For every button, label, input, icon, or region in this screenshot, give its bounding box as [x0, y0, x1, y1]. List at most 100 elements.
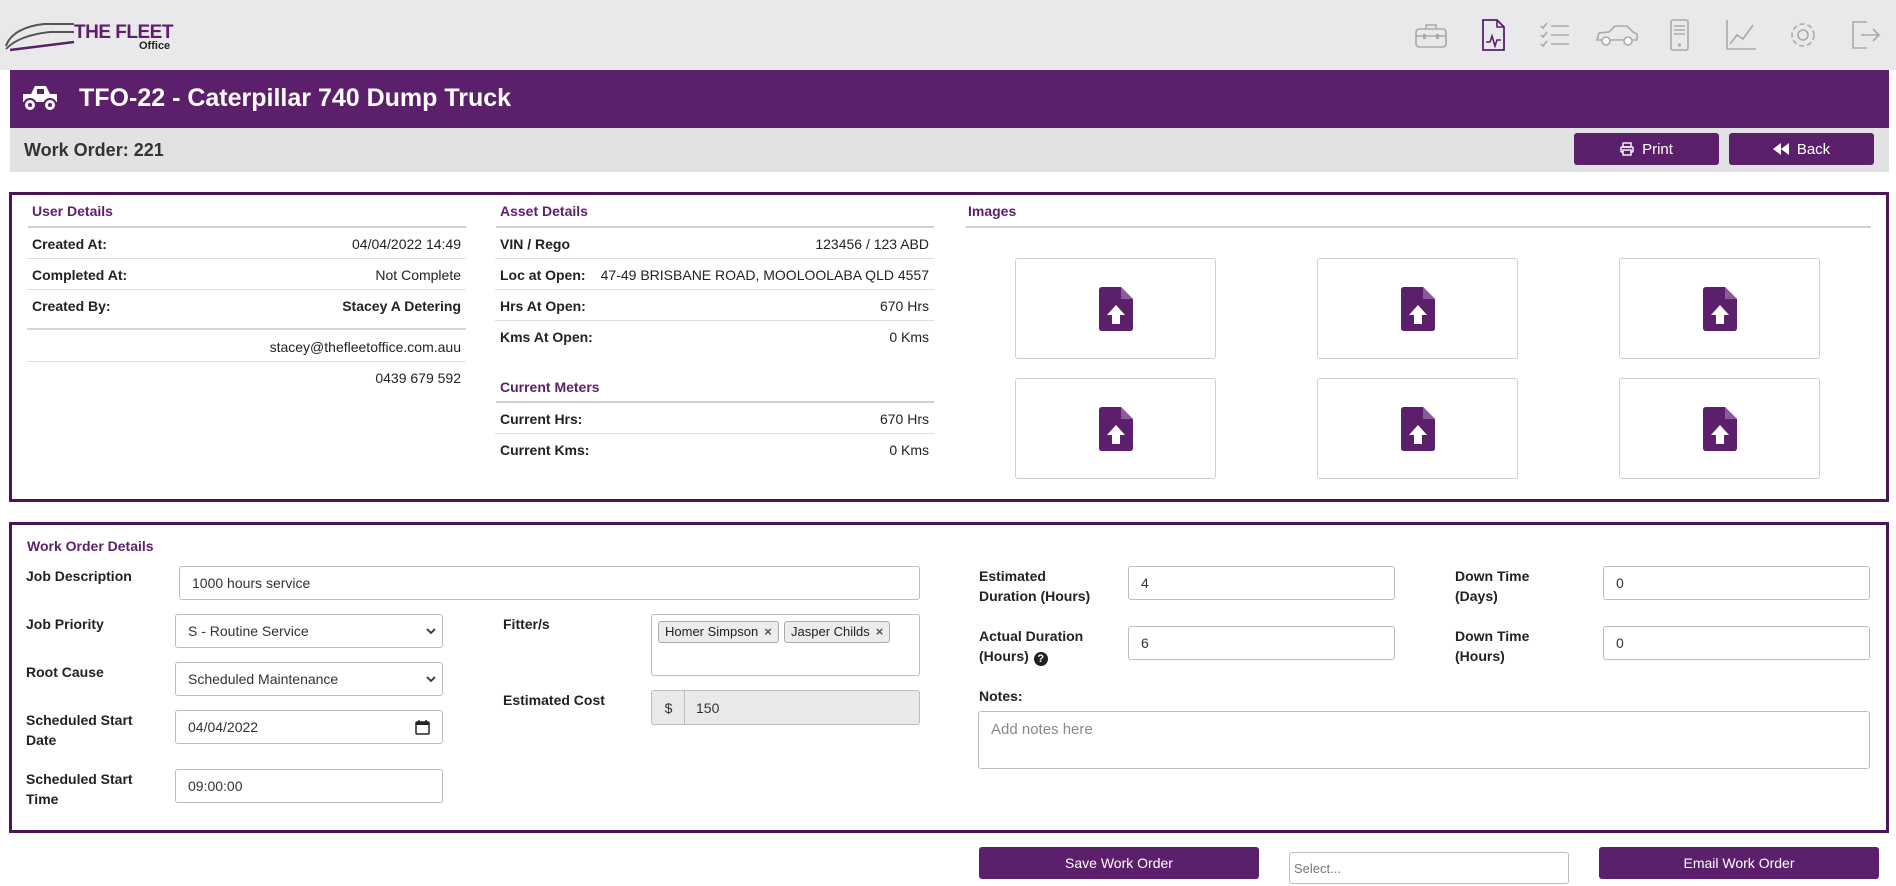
created-by-value: Stacey A Detering	[342, 298, 461, 314]
remove-tag-icon[interactable]: ×	[764, 624, 772, 640]
label-line: (Hours)	[1455, 648, 1505, 664]
job-description-label: Job Description	[26, 568, 132, 584]
checklist-icon[interactable]	[1524, 14, 1586, 56]
loc-row: Loc at Open: 47-49 BRISBANE ROAD, MOOLOO…	[495, 259, 934, 290]
help-icon[interactable]: ?	[1033, 652, 1048, 666]
printer-icon	[1620, 142, 1634, 156]
completed-at-label: Completed At:	[32, 267, 128, 283]
calendar-icon[interactable]	[415, 720, 430, 735]
current-kms-value: 0 Kms	[889, 442, 929, 458]
current-hrs-label: Current Hrs:	[500, 411, 583, 427]
file-upload-icon	[1400, 286, 1435, 331]
actual-duration-label: Actual Duration (Hours)?	[979, 626, 1083, 666]
rewind-icon	[1772, 143, 1789, 155]
root-cause-value: Scheduled Maintenance	[188, 671, 339, 687]
label-line: (Hours)?	[979, 646, 1083, 666]
email-work-order-button[interactable]: Email Work Order	[1599, 847, 1879, 879]
save-work-order-button[interactable]: Save Work Order	[979, 847, 1259, 879]
toolbox-icon[interactable]	[1400, 14, 1462, 56]
current-hrs-row: Current Hrs: 670 Hrs	[495, 403, 934, 434]
image-upload-slot[interactable]	[1619, 258, 1820, 359]
fitter-name: Homer Simpson	[665, 624, 759, 639]
root-cause-select[interactable]: Scheduled Maintenance	[175, 662, 443, 696]
file-upload-icon	[1098, 406, 1133, 451]
logo-car-icon	[5, 23, 75, 52]
created-by-row: Created By: Stacey A Detering	[27, 290, 466, 330]
image-upload-slot[interactable]	[1015, 378, 1216, 479]
fitter-name: Jasper Childs	[791, 624, 870, 639]
asset-details-title: Asset Details	[500, 203, 588, 219]
label-line: Time	[26, 791, 59, 807]
top-navbar: THE FLEET Office	[0, 0, 1896, 70]
work-order-details-title: Work Order Details	[27, 538, 154, 554]
label-line: Actual Duration	[979, 628, 1084, 644]
label-line: (Days)	[1455, 588, 1498, 604]
scheduled-start-time-label: Scheduled Start Time	[26, 769, 133, 809]
images-title: Images	[968, 203, 1017, 219]
estimated-duration-input[interactable]: 4	[1128, 566, 1395, 600]
root-cause-label: Root Cause	[26, 664, 104, 680]
job-priority-value: S - Routine Service	[188, 623, 309, 639]
print-button[interactable]: Print	[1574, 133, 1719, 165]
user-phone: 0439 679 592	[375, 370, 461, 386]
label-line: Down Time	[1455, 628, 1530, 644]
image-upload-slot[interactable]	[1619, 378, 1820, 479]
device-icon[interactable]	[1648, 14, 1710, 56]
logout-icon[interactable]	[1834, 14, 1896, 56]
image-upload-slot[interactable]	[1015, 258, 1216, 359]
vin-label: VIN / Rego	[500, 236, 571, 252]
notes-textarea[interactable]: Add notes here	[978, 711, 1870, 769]
label-line: Date	[26, 732, 57, 748]
phone-row: 0439 679 592	[27, 362, 466, 393]
hrs-open-row: Hrs At Open: 670 Hrs	[495, 290, 934, 321]
estimated-cost-input[interactable]: 150	[684, 690, 920, 725]
estimated-duration-label: Estimated Duration (Hours)	[979, 566, 1090, 606]
select-placeholder: Select...	[1294, 861, 1341, 876]
kms-open-label: Kms At Open:	[500, 329, 593, 345]
current-kms-label: Current Kms:	[500, 442, 590, 458]
notes-placeholder: Add notes here	[991, 721, 1093, 738]
truck-icon	[23, 86, 57, 112]
label-text: (Hours)	[979, 648, 1029, 664]
scheduled-start-date-input[interactable]: 04/04/2022	[175, 710, 443, 744]
fitter-tag: Jasper Childs ×	[784, 621, 891, 643]
fitters-multiselect[interactable]: Homer Simpson × Jasper Childs ×	[651, 614, 920, 676]
file-upload-icon	[1702, 286, 1737, 331]
scheduled-start-time-input[interactable]: 09:00:00	[175, 769, 443, 803]
image-upload-slot[interactable]	[1317, 378, 1518, 479]
job-description-input[interactable]: 1000 hours service	[179, 566, 920, 600]
actual-duration-input[interactable]: 6	[1128, 626, 1395, 660]
settings-gear-icon[interactable]	[1772, 14, 1834, 56]
created-at-row: Created At: 04/04/2022 14:49	[27, 228, 466, 259]
label-line: Estimated	[979, 568, 1046, 584]
hrs-open-value: 670 Hrs	[879, 298, 929, 314]
email-recipient-select[interactable]: Select...	[1289, 852, 1569, 884]
save-label: Save Work Order	[1065, 855, 1173, 871]
job-priority-select[interactable]: S - Routine Service	[175, 614, 443, 648]
down-time-days-input[interactable]: 0	[1603, 566, 1870, 600]
work-order-number: Work Order: 221	[24, 140, 164, 160]
down-time-hours-input[interactable]: 0	[1603, 626, 1870, 660]
page-title: TFO-22 - Caterpillar 740 Dump Truck	[79, 84, 512, 112]
remove-tag-icon[interactable]: ×	[876, 624, 884, 640]
chevron-down-icon	[426, 676, 436, 683]
image-upload-slot[interactable]	[1317, 258, 1518, 359]
notes-label: Notes:	[979, 688, 1023, 704]
created-by-label: Created By:	[32, 298, 111, 314]
analytics-chart-icon[interactable]	[1710, 14, 1772, 56]
file-upload-icon	[1400, 406, 1435, 451]
vehicle-icon[interactable]	[1586, 14, 1648, 56]
divider	[966, 226, 1871, 228]
report-document-icon[interactable]	[1462, 14, 1524, 56]
fleet-office-logo[interactable]: THE FLEET Office	[4, 16, 184, 56]
user-details-title: User Details	[32, 203, 113, 219]
email-label: Email Work Order	[1683, 855, 1795, 871]
back-button[interactable]: Back	[1729, 133, 1874, 165]
currency-prefix: $	[651, 690, 685, 725]
completed-at-row: Completed At: Not Complete	[27, 259, 466, 290]
print-label: Print	[1642, 140, 1673, 158]
scheduled-start-date-value: 04/04/2022	[188, 719, 259, 735]
asset-title-bar: TFO-22 - Caterpillar 740 Dump Truck	[10, 70, 1889, 128]
label-line: Duration (Hours)	[979, 588, 1091, 604]
user-email[interactable]: stacey@thefleetoffice.com.auu	[270, 339, 461, 355]
